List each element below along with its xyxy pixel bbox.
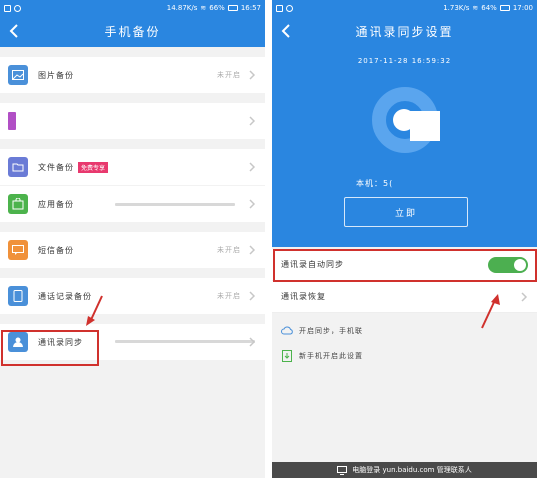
chevron-right-icon — [249, 162, 256, 172]
network-speed: 1.73K/s — [443, 4, 470, 12]
arrow-annotation-icon — [86, 295, 103, 326]
chevron-right-icon — [249, 337, 256, 347]
back-button[interactable] — [279, 24, 293, 38]
list-item-unlabeled[interactable] — [0, 103, 265, 139]
item-label: 短信备份 — [38, 245, 74, 255]
item-label: 文件备份 — [38, 162, 74, 172]
item-status: 未开启 — [217, 246, 241, 254]
list-item-call-log-backup[interactable]: 通话记录备份 未开启 — [0, 278, 265, 314]
local-contact-count: 本机：5( — [356, 179, 394, 188]
chevron-right-icon — [249, 199, 256, 209]
chevron-right-icon — [249, 245, 256, 255]
monitor-icon — [337, 465, 348, 475]
network-speed: 14.87K/s — [166, 4, 198, 12]
status-bar: 14.87K/s ≋ 66% 16:57 — [0, 0, 265, 16]
highlight-box — [273, 249, 537, 282]
promo-badge: 免费专享 — [78, 161, 109, 173]
cloud-icon — [281, 325, 293, 337]
wifi-icon: ≋ — [472, 4, 479, 12]
image-icon — [8, 65, 28, 85]
sync-hero: 2017-11-28 16:59:32 本机：5( 立即 — [272, 47, 537, 247]
footer-bar: 电脑登录 yun.baidu.com 管理联系人 — [272, 462, 537, 478]
contacts-sync-settings-screen: 1.73K/s ≋ 64% 17:00 通讯录同步设置 2017-11-28 1… — [272, 0, 537, 478]
notification-icon — [4, 4, 11, 12]
redaction-mark — [115, 203, 235, 206]
redaction-mark — [410, 111, 440, 141]
shopping-bag-icon — [8, 194, 28, 214]
back-button[interactable] — [7, 24, 21, 38]
tip-text: 开启同步，手机联 — [299, 327, 363, 335]
page-title: 通讯录同步设置 — [355, 25, 454, 39]
clock: 16:57 — [240, 4, 261, 12]
app-icon — [8, 112, 16, 130]
backup-screen: 14.87K/s ≋ 66% 16:57 手机备份 图片备份 未开启 文件备份 … — [0, 0, 265, 478]
chevron-left-icon — [9, 24, 18, 38]
list-item-sms-backup[interactable]: 短信备份 未开启 — [0, 232, 265, 268]
phone-icon — [8, 286, 28, 306]
list-item-app-backup[interactable]: 应用备份 — [0, 186, 265, 222]
item-status: 未开启 — [217, 71, 241, 79]
status-bar: 1.73K/s ≋ 64% 17:00 — [272, 0, 537, 16]
sync-now-label: 立即 — [394, 208, 417, 219]
item-status: 未开启 — [217, 292, 241, 300]
page-title: 手机备份 — [104, 25, 161, 39]
title-bar: 通讯录同步设置 — [272, 16, 537, 47]
battery-icon — [227, 5, 238, 11]
tip-item: 新手机开启此设置 — [281, 350, 528, 362]
item-label: 应用备份 — [38, 199, 74, 209]
last-sync-date: 2017-11-28 16:59:32 — [357, 57, 452, 65]
notification-icon — [276, 4, 283, 12]
list-item-file-backup[interactable]: 文件备份 免费专享 — [0, 149, 265, 185]
redaction-mark — [115, 340, 255, 343]
backup-list: 图片备份 未开启 文件备份 免费专享 应用备份 短信备份 未开启 通话记录备份 … — [0, 47, 265, 360]
battery-icon — [499, 5, 510, 11]
list-item-photo-backup[interactable]: 图片备份 未开启 — [0, 57, 265, 93]
highlight-box — [1, 330, 99, 366]
battery-level: 66% — [209, 4, 225, 12]
battery-level: 64% — [481, 4, 497, 12]
chevron-left-icon — [281, 24, 290, 38]
chevron-right-icon — [249, 70, 256, 80]
alarm-icon — [286, 4, 293, 12]
download-icon — [281, 350, 293, 362]
arrow-annotation-icon — [481, 294, 500, 329]
chevron-right-icon — [521, 292, 528, 302]
wifi-icon: ≋ — [200, 4, 207, 12]
footer-text: 电脑登录 yun.baidu.com 管理联系人 — [352, 466, 472, 474]
folder-icon — [8, 157, 28, 177]
tip-text: 新手机开启此设置 — [299, 352, 363, 360]
sync-now-button[interactable]: 立即 — [344, 197, 468, 227]
clock: 17:00 — [512, 4, 533, 12]
contacts-restore-label: 通讯录恢复 — [281, 292, 326, 301]
chevron-right-icon — [249, 291, 256, 301]
message-icon — [8, 240, 28, 260]
alarm-icon — [14, 4, 21, 12]
item-label: 图片备份 — [38, 70, 74, 80]
title-bar: 手机备份 — [0, 16, 265, 47]
chevron-right-icon — [249, 116, 256, 126]
